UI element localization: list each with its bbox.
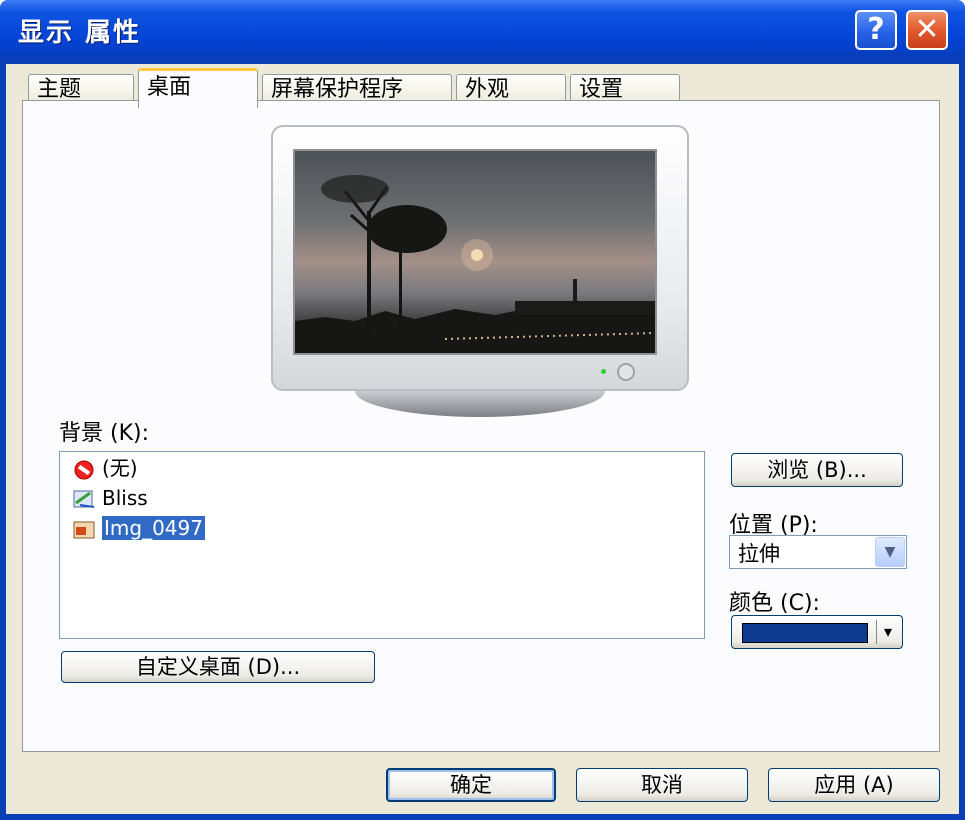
chevron-down-icon[interactable]: ▼ — [875, 537, 905, 567]
divider — [876, 620, 877, 644]
background-label: 背景 (K): — [59, 421, 149, 446]
color-swatch — [742, 623, 868, 643]
browse-button[interactable]: 浏览 (B)... — [731, 453, 903, 487]
tab-desktop[interactable]: 桌面 — [138, 68, 258, 108]
color-picker-button[interactable]: ▾ — [731, 615, 903, 649]
help-button[interactable]: ? — [855, 10, 897, 50]
monitor-stand — [355, 391, 605, 417]
sunset-image — [295, 175, 655, 353]
list-item[interactable]: Img_0497 — [72, 514, 206, 542]
desktop-tab-panel: 背景 (K): (无) Bliss Img_0497 浏览 (B)... 位置 … — [22, 100, 940, 752]
customize-desktop-button[interactable]: 自定义桌面 (D)... — [61, 651, 375, 683]
position-dropdown[interactable]: 拉伸 ▼ — [729, 535, 907, 569]
apply-button[interactable]: 应用 (A) — [768, 768, 940, 802]
jpeg-file-icon — [72, 519, 96, 541]
window-title: 显示 属性 — [18, 18, 142, 48]
power-led — [601, 369, 606, 374]
position-value: 拉伸 — [738, 542, 780, 566]
list-item[interactable]: (无) — [72, 454, 138, 482]
ok-button[interactable]: 确定 — [386, 768, 556, 802]
list-item[interactable]: Bliss — [72, 484, 148, 512]
cancel-button[interactable]: 取消 — [576, 768, 748, 802]
title-bar[interactable]: 显示 属性 ? ✕ — [0, 0, 965, 64]
list-item-label: Bliss — [102, 486, 148, 510]
chevron-down-icon: ▾ — [884, 622, 893, 641]
monitor-preview-icon — [271, 125, 691, 417]
no-entry-icon — [72, 459, 96, 481]
close-button[interactable]: ✕ — [906, 10, 948, 50]
dialog-client-area: 主题 桌面 屏幕保护程序 外观 设置 背景 (K): (无) Bliss Img… — [6, 64, 959, 814]
color-label: 颜色 (C): — [729, 591, 820, 616]
background-list[interactable]: (无) Bliss Img_0497 — [59, 451, 705, 639]
list-item-label: (无) — [102, 456, 138, 480]
list-item-label: Img_0497 — [101, 515, 206, 541]
display-properties-window: 显示 属性 ? ✕ 主题 桌面 屏幕保护程序 外观 设置 背景 (K): (无)… — [0, 0, 965, 820]
power-button-icon — [617, 363, 635, 381]
wallpaper-preview — [293, 149, 657, 355]
image-file-icon — [72, 489, 96, 511]
